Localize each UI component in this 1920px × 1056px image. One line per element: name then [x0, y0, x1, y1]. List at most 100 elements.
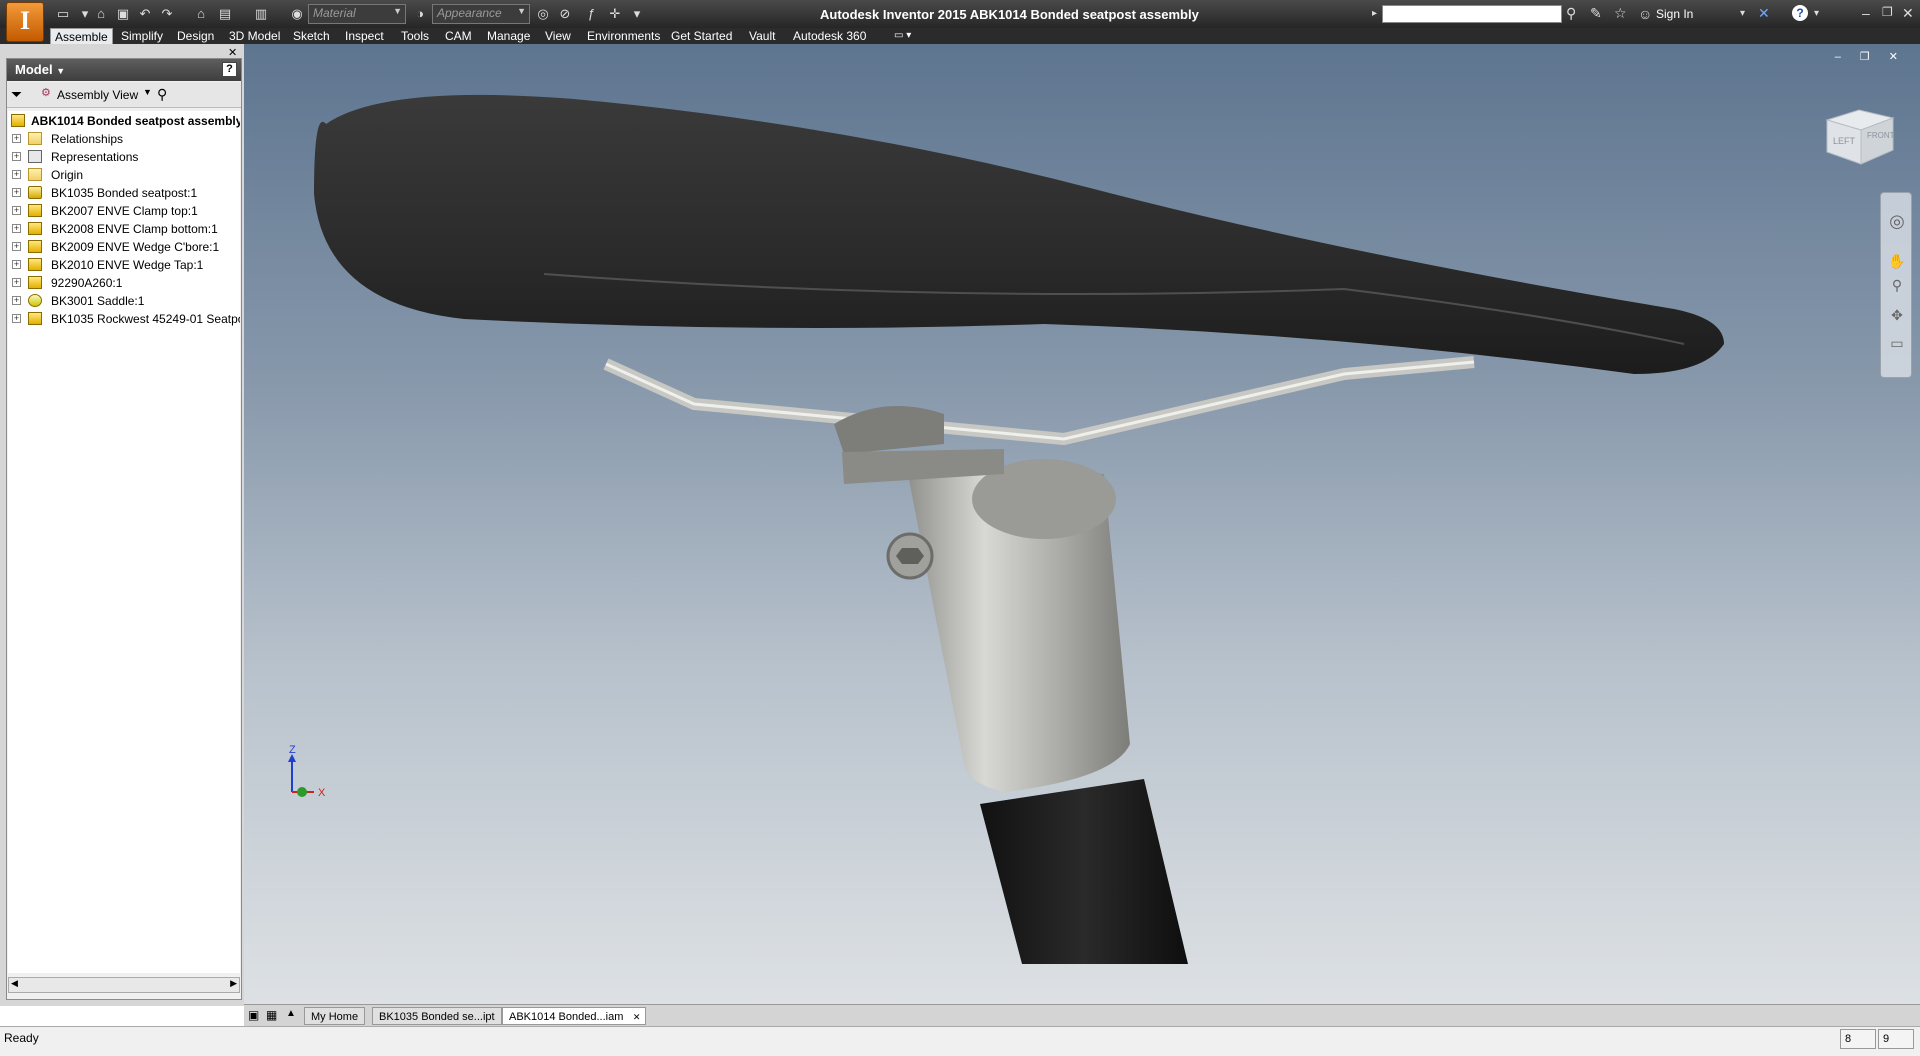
- scroll-left-icon[interactable]: ◀: [11, 978, 18, 989]
- home-icon[interactable]: ⌂: [192, 5, 210, 23]
- tab-sketch[interactable]: Sketch: [289, 28, 334, 44]
- graphics-window[interactable]: – ❐ ✕ LEFT FRONT ◎ ✋ ⚲ ✥ ▭ Z X: [244, 44, 1920, 1006]
- tile-windows-icon[interactable]: ▣: [248, 1008, 259, 1022]
- status-count-2: 9: [1878, 1029, 1914, 1049]
- undo-icon[interactable]: ↶: [136, 5, 154, 23]
- tab-design[interactable]: Design: [173, 28, 218, 44]
- expand-icon[interactable]: +: [12, 188, 21, 197]
- expand-icon[interactable]: +: [12, 242, 21, 251]
- tab-view[interactable]: View: [541, 28, 575, 44]
- subscription-icon[interactable]: ✎: [1590, 5, 1602, 22]
- doc-tab-bk1035[interactable]: BK1035 Bonded se...ipt: [372, 1007, 502, 1025]
- new-file-icon[interactable]: ▭: [54, 5, 72, 23]
- scroll-right-icon[interactable]: ▶: [230, 978, 237, 989]
- tree-node-relationships[interactable]: + Relationships: [8, 130, 240, 148]
- favorites-star-icon[interactable]: ☆: [1614, 5, 1627, 22]
- close-icon[interactable]: ✕: [1902, 5, 1914, 22]
- chevron-down-icon[interactable]: ▾: [1814, 8, 1819, 19]
- orbit-icon[interactable]: ✥: [1887, 305, 1907, 325]
- chevron-down-icon[interactable]: ▾: [628, 5, 646, 23]
- expand-icon[interactable]: +: [12, 134, 21, 143]
- appearance-icon[interactable]: ◑: [411, 5, 429, 23]
- tab-tools[interactable]: Tools: [397, 28, 433, 44]
- appearance-dropdown[interactable]: Appearance ▼: [432, 4, 530, 24]
- tree-node-origin[interactable]: + Origin: [8, 166, 240, 184]
- expand-icon[interactable]: +: [12, 260, 21, 269]
- user-icon[interactable]: ☺: [1638, 6, 1652, 22]
- color-icon[interactable]: ◉: [288, 5, 306, 23]
- expand-icon[interactable]: +: [12, 224, 21, 233]
- doc-tab-my-home[interactable]: My Home: [304, 1007, 366, 1025]
- viewport-window-controls[interactable]: – ❐ ✕: [1835, 50, 1906, 63]
- viewcube[interactable]: LEFT FRONT: [1819, 102, 1901, 172]
- node-label: BK1035 Bonded seatpost:1: [51, 186, 198, 200]
- chevron-down-icon: ▼: [56, 66, 66, 76]
- expand-icon[interactable]: +: [12, 170, 21, 179]
- z-axis-label: Z: [289, 744, 296, 756]
- tree-node-part[interactable]: + 92290A260:1: [8, 274, 240, 292]
- tree-node-part[interactable]: + BK2007 ENVE Clamp top:1: [8, 202, 240, 220]
- tree-node-part[interactable]: + BK3001 Saddle:1: [8, 292, 240, 310]
- zoom-icon[interactable]: ⚲: [1887, 275, 1907, 295]
- update-icon[interactable]: ▥: [252, 5, 270, 23]
- expand-icon[interactable]: +: [12, 206, 21, 215]
- application-menu-button[interactable]: I: [6, 2, 44, 42]
- chevron-down-icon[interactable]: ▾: [1740, 8, 1745, 19]
- material-dropdown[interactable]: Material ▼: [308, 4, 406, 24]
- look-at-icon[interactable]: ▭: [1887, 333, 1907, 353]
- horizontal-scrollbar[interactable]: ◀ ▶: [8, 977, 240, 993]
- saddle: [314, 94, 1724, 374]
- cascade-windows-icon[interactable]: ▦: [266, 1008, 277, 1022]
- chevron-down-icon[interactable]: ▼: [143, 87, 152, 97]
- assembly-view-dropdown[interactable]: Assembly View: [57, 88, 138, 102]
- adjust-appearance-icon[interactable]: ◎: [534, 5, 552, 23]
- binoculars-icon[interactable]: ⚲: [1566, 5, 1576, 22]
- appearance-label: Appearance: [437, 6, 502, 20]
- sign-in-label[interactable]: Sign In: [1656, 7, 1693, 21]
- expand-icon[interactable]: +: [12, 314, 21, 323]
- tab-cam[interactable]: CAM: [441, 28, 476, 44]
- expand-icon[interactable]: +: [12, 152, 21, 161]
- tree-node-part[interactable]: + BK1035 Bonded seatpost:1: [8, 184, 240, 202]
- chevron-right-icon[interactable]: ▸: [1372, 8, 1377, 19]
- open-folder-icon[interactable]: ⌂: [92, 5, 110, 23]
- save-icon[interactable]: ▣: [114, 5, 132, 23]
- function-icon[interactable]: ƒ: [582, 5, 600, 23]
- browser-header[interactable]: Model ▼ ?: [7, 59, 241, 81]
- find-binoculars-icon[interactable]: ⚲: [157, 86, 167, 103]
- tree-node-part[interactable]: + BK2008 ENVE Clamp bottom:1: [8, 220, 240, 238]
- redo-icon[interactable]: ↷: [158, 5, 176, 23]
- title-bar: I ▭ ▾ ⌂ ▣ ↶ ↷ ⌂ ▤ ▥ ◉ Material ▼ ◑ Appea…: [0, 0, 1920, 42]
- tree-node-part[interactable]: + BK1035 Rockwest 45249-01 Seatpost:1: [8, 310, 240, 328]
- pan-hand-icon[interactable]: ✋: [1887, 251, 1907, 271]
- doc-tab-abk1014[interactable]: ABK1014 Bonded...iam ✕: [502, 1007, 647, 1026]
- exchange-apps-icon[interactable]: ✕: [1758, 5, 1770, 22]
- chevron-up-icon[interactable]: ▲: [286, 1008, 296, 1019]
- expand-icon[interactable]: +: [12, 296, 21, 305]
- restore-icon[interactable]: ❐: [1882, 5, 1893, 19]
- tab-environments[interactable]: Environments: [583, 28, 664, 44]
- steering-wheel-icon[interactable]: ◎: [1887, 211, 1907, 231]
- filter-icon[interactable]: ⏷: [11, 86, 22, 103]
- tree-node-part[interactable]: + BK2010 ENVE Wedge Tap:1: [8, 256, 240, 274]
- browser-help-button[interactable]: ?: [222, 62, 237, 77]
- minimize-icon[interactable]: –: [1862, 5, 1870, 21]
- tab-3d-model[interactable]: 3D Model: [225, 28, 284, 44]
- tab-manage[interactable]: Manage: [483, 28, 534, 44]
- close-icon[interactable]: ✕: [633, 1008, 641, 1026]
- expand-icon[interactable]: +: [12, 278, 21, 287]
- tab-get-started[interactable]: Get Started: [667, 28, 736, 44]
- projects-icon[interactable]: ▤: [216, 5, 234, 23]
- help-icon[interactable]: ?: [1792, 5, 1808, 21]
- tab-autodesk-360[interactable]: Autodesk 360: [789, 28, 870, 44]
- help-search-input[interactable]: [1382, 5, 1562, 23]
- tab-assemble[interactable]: Assemble: [50, 28, 113, 44]
- tab-simplify[interactable]: Simplify: [117, 28, 167, 44]
- tree-node-representations[interactable]: + Representations: [8, 148, 240, 166]
- crosshair-icon[interactable]: ✛: [606, 5, 624, 23]
- tab-inspect[interactable]: Inspect: [341, 28, 388, 44]
- tree-node-part[interactable]: + BK2009 ENVE Wedge C'bore:1: [8, 238, 240, 256]
- ribbon-display-options-icon[interactable]: ▭ ▾: [890, 28, 915, 44]
- clear-appearance-icon[interactable]: ⊘: [556, 5, 574, 23]
- tab-vault[interactable]: Vault: [745, 28, 779, 44]
